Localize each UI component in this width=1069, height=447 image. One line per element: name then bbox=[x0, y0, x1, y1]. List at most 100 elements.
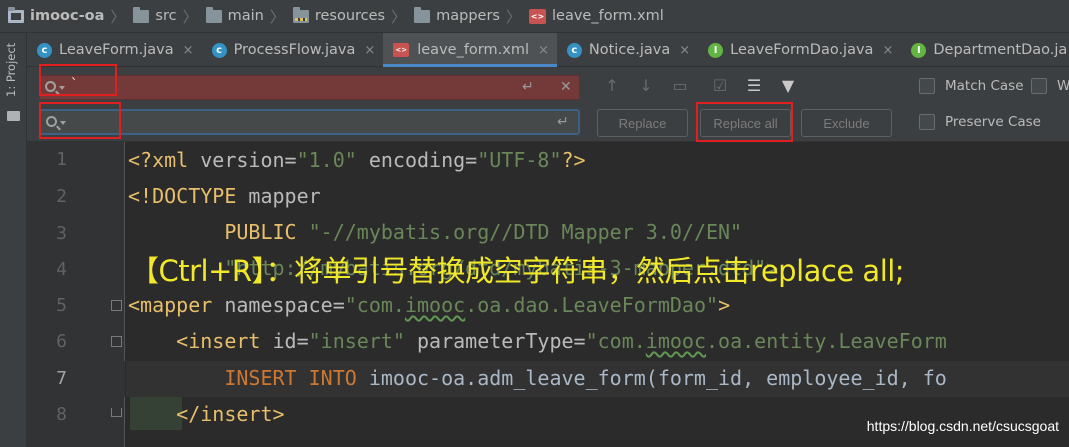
line-number: 8 bbox=[56, 404, 67, 425]
close-icon[interactable]: × bbox=[183, 43, 194, 58]
tab-notice-java[interactable]: c Notice.java × bbox=[557, 33, 698, 67]
filter-icon[interactable]: ▼ bbox=[777, 76, 799, 95]
code-line[interactable]: PUBLIC "-//mybatis.org//DTD Mapper 3.0//… bbox=[128, 214, 742, 250]
code-token: "com. bbox=[585, 329, 646, 353]
code-token: encoding= bbox=[356, 148, 478, 172]
code-token: <!DOCTYPE bbox=[128, 184, 249, 208]
breadcrumb: imooc-oa 〉 src 〉 main 〉 resources 〉 mapp… bbox=[0, 0, 1069, 33]
tab-leaveformdao-java[interactable]: I LeaveFormDao.java × bbox=[698, 33, 901, 67]
xml-file-icon: <> bbox=[393, 43, 410, 57]
previous-occurrence-icon[interactable]: ↑ bbox=[601, 76, 623, 95]
code-line[interactable]: INSERT INTO imooc-oa.adm_leave_form(form… bbox=[128, 360, 947, 396]
code-token: mapper bbox=[248, 184, 321, 208]
close-icon[interactable]: × bbox=[882, 43, 893, 58]
match-case-label: Match Case bbox=[945, 78, 1024, 94]
chevron-right-icon: 〉 bbox=[182, 7, 198, 26]
code-token: > bbox=[718, 293, 731, 317]
breadcrumb-label: src bbox=[155, 8, 177, 24]
code-line[interactable]: <insert id="insert" parameterType="com.i… bbox=[128, 323, 947, 359]
code-token: "-//mybatis.org//DTD Mapper 3.0//EN" bbox=[308, 220, 743, 244]
folder-icon bbox=[414, 6, 431, 23]
newline-icon[interactable]: ↵ bbox=[557, 114, 569, 130]
code-token: imooc-oa.adm_leave_form(form_id, employe… bbox=[368, 366, 947, 390]
fold-toggle-icon[interactable] bbox=[111, 336, 122, 347]
breadcrumb-item-mappers[interactable]: mappers 〉 bbox=[414, 0, 529, 33]
project-folder-icon bbox=[8, 6, 24, 23]
breadcrumb-label: main bbox=[227, 8, 264, 24]
code-token: imooc bbox=[645, 329, 707, 353]
code-token: namespace= bbox=[224, 293, 345, 317]
tab-leave-form-xml[interactable]: <> leave_form.xml × bbox=[383, 33, 557, 67]
tab-departmentdao-java[interactable]: I DepartmentDao.ja bbox=[901, 33, 1069, 67]
newline-icon[interactable]: ↵ bbox=[522, 79, 534, 95]
line-number: 4 bbox=[56, 259, 67, 280]
line-number: 2 bbox=[56, 186, 67, 207]
class-icon: c bbox=[566, 42, 582, 58]
multiline-icon[interactable]: ☑ bbox=[709, 76, 731, 95]
tab-label: ProcessFlow.java bbox=[233, 42, 356, 58]
breadcrumb-label: mappers bbox=[436, 8, 500, 24]
code-line[interactable]: </insert> bbox=[128, 396, 284, 432]
preserve-case-option[interactable]: Preserve Case bbox=[919, 114, 1041, 130]
code-token: <mapper bbox=[128, 293, 225, 317]
tab-label: leave_form.xml bbox=[417, 42, 529, 58]
match-case-checkbox[interactable] bbox=[919, 78, 935, 94]
breadcrumb-item-resources[interactable]: resources 〉 bbox=[292, 0, 414, 33]
breadcrumb-item-src[interactable]: src 〉 bbox=[133, 0, 205, 33]
code-token: "UTF-8" bbox=[477, 148, 562, 172]
breadcrumb-item-main[interactable]: main 〉 bbox=[205, 0, 293, 33]
code-token: "insert" bbox=[308, 329, 405, 353]
interface-icon: I bbox=[911, 42, 927, 58]
fold-end-icon[interactable] bbox=[111, 408, 122, 417]
chevron-right-icon: 〉 bbox=[110, 7, 126, 26]
clear-search-icon[interactable]: ✕ bbox=[560, 79, 572, 95]
search-navigation: ↑ ↓ ▭ ☑ ☰ ▼ bbox=[601, 76, 799, 95]
watermark: https://blog.csdn.net/csucsgoat bbox=[866, 418, 1059, 434]
replace-button[interactable]: Replace bbox=[597, 109, 688, 137]
tab-processflow-java[interactable]: c ProcessFlow.java × bbox=[202, 33, 384, 67]
whole-words-label: W bbox=[1057, 78, 1069, 94]
class-icon: c bbox=[37, 42, 52, 58]
search-input[interactable]: ` ↵ ✕ bbox=[39, 75, 580, 100]
annotation-box-replace bbox=[39, 102, 121, 139]
tab-label: DepartmentDao.ja bbox=[933, 42, 1068, 58]
close-icon[interactable]: × bbox=[679, 43, 690, 58]
breadcrumb-item-file[interactable]: <> leave_form.xml bbox=[529, 0, 668, 33]
xml-file-icon: <> bbox=[529, 8, 546, 24]
breadcrumb-item-project[interactable]: imooc-oa 〉 bbox=[8, 0, 133, 33]
code-token: .oa.dao.LeaveFormDao" bbox=[465, 293, 719, 317]
tab-label: LeaveForm.java bbox=[59, 42, 174, 58]
annotation-box-replace-all bbox=[696, 102, 793, 142]
close-icon[interactable]: × bbox=[364, 43, 375, 58]
breadcrumb-label: resources bbox=[314, 8, 386, 24]
code-token: "com. bbox=[344, 293, 405, 317]
folder-icon bbox=[133, 6, 150, 23]
code-token: <insert bbox=[128, 329, 273, 353]
resources-folder-icon bbox=[292, 6, 309, 23]
code-token: ?> bbox=[561, 148, 586, 172]
whole-words-checkbox[interactable] bbox=[1031, 78, 1047, 94]
code-editor[interactable]: 1 2 3 4 5 6 7 8 <?xml version="1.0" enco… bbox=[27, 142, 1069, 447]
code-token: <?xml bbox=[128, 148, 201, 172]
project-tool-window-button[interactable]: 1: Project bbox=[4, 43, 18, 113]
code-line[interactable]: <!DOCTYPE mapper bbox=[128, 178, 321, 214]
select-all-occurrences-icon[interactable]: ▭ bbox=[669, 76, 691, 95]
exclude-button[interactable]: Exclude bbox=[801, 109, 892, 137]
match-case-option[interactable]: Match Case bbox=[919, 78, 1024, 94]
code-line[interactable]: <mapper namespace="com.imooc.oa.dao.Leav… bbox=[128, 287, 730, 323]
fold-toggle-icon[interactable] bbox=[111, 300, 122, 311]
code-token: "1.0" bbox=[296, 148, 357, 172]
filter-lines-icon[interactable]: ☰ bbox=[743, 76, 765, 95]
close-icon[interactable]: × bbox=[538, 43, 549, 58]
line-number: 5 bbox=[56, 295, 67, 316]
next-occurrence-icon[interactable]: ↓ bbox=[635, 76, 657, 95]
code-token: INSERT INTO bbox=[128, 366, 369, 390]
whole-words-option[interactable]: W bbox=[1031, 78, 1069, 94]
tab-leaveform-java[interactable]: c LeaveForm.java × bbox=[27, 33, 202, 67]
tab-label: LeaveFormDao.java bbox=[730, 42, 874, 58]
tab-label: Notice.java bbox=[588, 42, 671, 58]
line-number: 1 bbox=[56, 149, 67, 170]
interface-icon: I bbox=[708, 42, 724, 58]
preserve-case-checkbox[interactable] bbox=[919, 114, 935, 130]
code-line[interactable]: <?xml version="1.0" encoding="UTF-8"?> bbox=[128, 142, 586, 178]
